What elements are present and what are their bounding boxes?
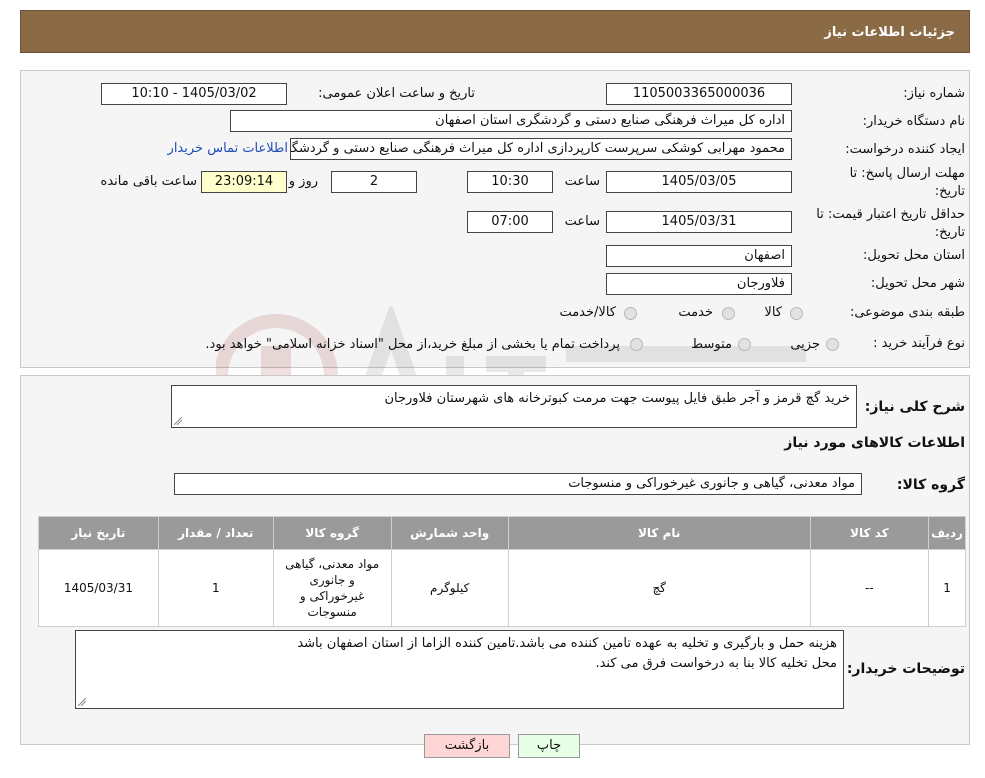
price-validity-label-2: تاریخ: bbox=[934, 225, 965, 240]
goods-info-title: اطلاعات کالاهای مورد نیاز bbox=[784, 435, 965, 451]
col-name: نام کالا bbox=[507, 516, 811, 550]
process-type-label: نوع فرآیند خرید : bbox=[873, 336, 965, 351]
send-time-field: 10:30 bbox=[467, 171, 553, 193]
process-note: پرداخت تمام یا بخشی از مبلغ خرید،از محل … bbox=[205, 337, 620, 352]
buyer-notes-line-2: محل تخلیه کالا بنا به درخواست فرق می کند… bbox=[595, 656, 837, 671]
need-number-field: 1105003365000036 bbox=[606, 83, 792, 105]
province-field: اصفهان bbox=[606, 245, 792, 267]
announce-datetime-label: تاریخ و ساعت اعلان عمومی: bbox=[318, 86, 475, 101]
category-radio-goods-service[interactable] bbox=[624, 307, 637, 320]
back-button[interactable]: بازگشت bbox=[424, 734, 510, 758]
days-field: 2 bbox=[331, 171, 417, 193]
send-time-label: ساعت bbox=[564, 174, 600, 189]
category-radio-goods[interactable] bbox=[790, 307, 803, 320]
validity-time-field: 07:00 bbox=[467, 211, 553, 233]
page-header: جزئیات اطلاعات نیاز bbox=[20, 10, 970, 53]
remaining-time-field: 23:09:14 bbox=[201, 171, 287, 193]
price-validity-label: حداقل تاریخ اعتبار قیمت: تا bbox=[816, 207, 965, 222]
category-radio-service[interactable] bbox=[722, 307, 735, 320]
col-unit: واحد شمارش bbox=[390, 516, 509, 550]
category-option-service: خدمت bbox=[678, 305, 713, 320]
goods-group-field: مواد معدنی، گیاهی و جانوری غیرخوراکی و م… bbox=[174, 473, 862, 495]
summary-text: خرید گچ قرمز و آجر طبق فایل پیوست جهت مر… bbox=[384, 391, 850, 406]
cell-date: 1405/03/31 bbox=[38, 549, 159, 627]
cell-code: -- bbox=[809, 549, 930, 627]
announce-datetime-field: 1405/03/02 - 10:10 bbox=[101, 83, 287, 105]
validity-date-field: 1405/03/31 bbox=[606, 211, 792, 233]
cell-qty: 1 bbox=[157, 549, 274, 627]
need-number-label: شماره نیاز: bbox=[903, 86, 965, 101]
col-row: ردیف bbox=[928, 516, 966, 550]
category-option-goods-service: کالا/خدمت bbox=[559, 305, 616, 320]
process-option-minor: جزیی bbox=[790, 337, 820, 352]
process-radio-minor[interactable] bbox=[826, 338, 839, 351]
table-row: 1 -- گچ کیلوگرم مواد معدنی، گیاهی و جانو… bbox=[38, 549, 966, 627]
col-qty: تعداد / مقدار bbox=[157, 516, 274, 550]
days-label: روز و bbox=[288, 174, 318, 189]
goods-table-header-row: ردیف کد کالا نام کالا واحد شمارش گروه کا… bbox=[38, 516, 966, 550]
send-date-field: 1405/03/05 bbox=[606, 171, 792, 193]
cell-row: 1 bbox=[928, 549, 966, 627]
col-code: کد کالا bbox=[809, 516, 930, 550]
send-deadline-label: مهلت ارسال پاسخ: تا bbox=[849, 166, 965, 181]
summary-label: شرح کلی نیاز: bbox=[864, 399, 965, 415]
goods-group-label: گروه کالا: bbox=[896, 477, 965, 493]
resize-handle-icon[interactable] bbox=[174, 417, 182, 425]
creator-field: محمود مهرابی کوشکی سرپرست کارپردازی ادار… bbox=[290, 138, 792, 160]
col-group: گروه کالا bbox=[272, 516, 392, 550]
cell-unit: کیلوگرم bbox=[390, 549, 509, 627]
buyer-notes-label: توضیحات خریدار: bbox=[846, 661, 965, 677]
province-label: استان محل تحویل: bbox=[863, 248, 965, 263]
buyer-notes-line-1: هزینه حمل و بارگیری و تخلیه به عهده تامی… bbox=[297, 636, 837, 651]
goods-table: ردیف کد کالا نام کالا واحد شمارش گروه کا… bbox=[38, 516, 966, 627]
col-date: تاریخ نیاز bbox=[38, 516, 159, 550]
print-button[interactable]: چاپ bbox=[518, 734, 580, 758]
remaining-time-label: ساعت باقی مانده bbox=[100, 174, 197, 189]
category-option-goods: کالا bbox=[764, 305, 782, 320]
resize-handle-icon[interactable] bbox=[78, 698, 86, 706]
city-field: فلاورجان bbox=[606, 273, 792, 295]
validity-time-label: ساعت bbox=[564, 214, 600, 229]
city-label: شهر محل تحویل: bbox=[870, 276, 965, 291]
process-option-medium: متوسط bbox=[691, 337, 732, 352]
creator-label: ایجاد کننده درخواست: bbox=[845, 142, 965, 157]
cell-name: گچ bbox=[507, 549, 811, 627]
send-deadline-label-2: تاریخ: bbox=[934, 184, 965, 199]
buyer-notes-textarea[interactable]: هزینه حمل و بارگیری و تخلیه به عهده تامی… bbox=[75, 630, 844, 709]
page-title: جزئیات اطلاعات نیاز bbox=[824, 25, 955, 40]
summary-textarea[interactable]: خرید گچ قرمز و آجر طبق فایل پیوست جهت مر… bbox=[171, 385, 857, 428]
cell-group: مواد معدنی، گیاهی و جانوری غیرخوراکی و م… bbox=[272, 549, 392, 627]
buyer-contact-link[interactable]: اطلاعات تماس خریدار bbox=[168, 141, 288, 156]
buyer-org-field: اداره کل میراث فرهنگی صنایع دستی و گردشگ… bbox=[230, 110, 792, 132]
process-radio-medium[interactable] bbox=[738, 338, 751, 351]
category-label: طبقه بندی موضوعی: bbox=[849, 305, 965, 320]
buyer-org-label: نام دستگاه خریدار: bbox=[862, 114, 965, 129]
process-radio-treasury[interactable] bbox=[630, 338, 643, 351]
